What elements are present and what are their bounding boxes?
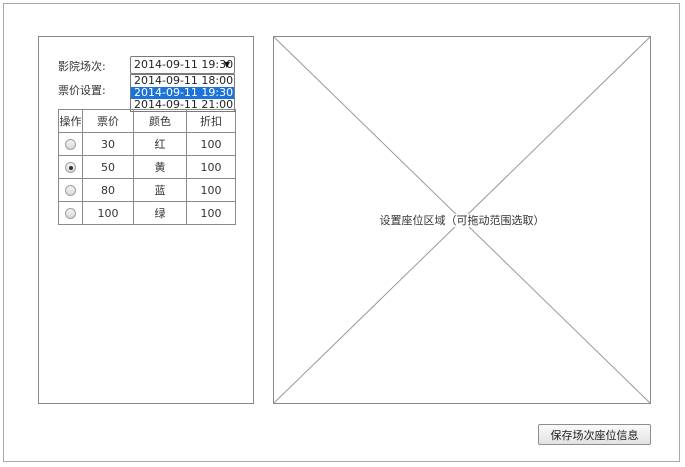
row-select-cell [58, 201, 83, 225]
row-select-cell [58, 178, 83, 202]
column-header-price: 票价 [82, 109, 134, 133]
chevron-down-icon: ▼ [223, 60, 230, 69]
price-cell: 100 [82, 201, 134, 225]
color-cell: 蓝 [133, 178, 187, 202]
price-table: 操作 票价 颜色 折扣 30 红 100 50 黄 100 80 蓝 100 1… [58, 109, 236, 225]
save-seat-info-button[interactable]: 保存场次座位信息 [538, 424, 651, 445]
table-row: 50 黄 100 [58, 155, 236, 179]
session-dropdown: 2014-09-11 18:00 2014-09-11 19:30 2014-0… [130, 74, 235, 112]
price-cell: 30 [82, 132, 134, 156]
price-cell: 50 [82, 155, 134, 179]
row-select-cell [58, 155, 83, 179]
table-row: 80 蓝 100 [58, 178, 236, 202]
seat-selection-area[interactable]: 设置座位区域（可拖动范围选取） [273, 36, 651, 404]
discount-cell: 100 [186, 132, 236, 156]
price-settings-label: 票价设置: [58, 84, 106, 97]
price-radio[interactable] [65, 185, 76, 196]
table-row: 100 绿 100 [58, 201, 236, 225]
seat-area-label-wrap: 设置座位区域（可拖动范围选取） [274, 212, 650, 228]
table-header-row: 操作 票价 颜色 折扣 [58, 109, 236, 133]
seat-area-label: 设置座位区域（可拖动范围选取） [377, 214, 547, 227]
discount-cell: 100 [186, 178, 236, 202]
color-cell: 红 [133, 132, 187, 156]
session-select[interactable]: 2014-09-11 19:30 ▼ [130, 56, 235, 74]
color-cell: 黄 [133, 155, 187, 179]
session-label: 影院场次: [58, 60, 106, 73]
column-header-action: 操作 [58, 109, 83, 133]
column-header-discount: 折扣 [186, 109, 236, 133]
price-cell: 80 [82, 178, 134, 202]
discount-cell: 100 [186, 155, 236, 179]
price-radio-checked[interactable] [65, 162, 76, 173]
table-row: 30 红 100 [58, 132, 236, 156]
session-select-value: 2014-09-11 19:30 [134, 58, 234, 71]
row-select-cell [58, 132, 83, 156]
price-radio[interactable] [65, 139, 76, 150]
column-header-color: 颜色 [133, 109, 187, 133]
color-cell: 绿 [133, 201, 187, 225]
price-radio[interactable] [65, 208, 76, 219]
discount-cell: 100 [186, 201, 236, 225]
